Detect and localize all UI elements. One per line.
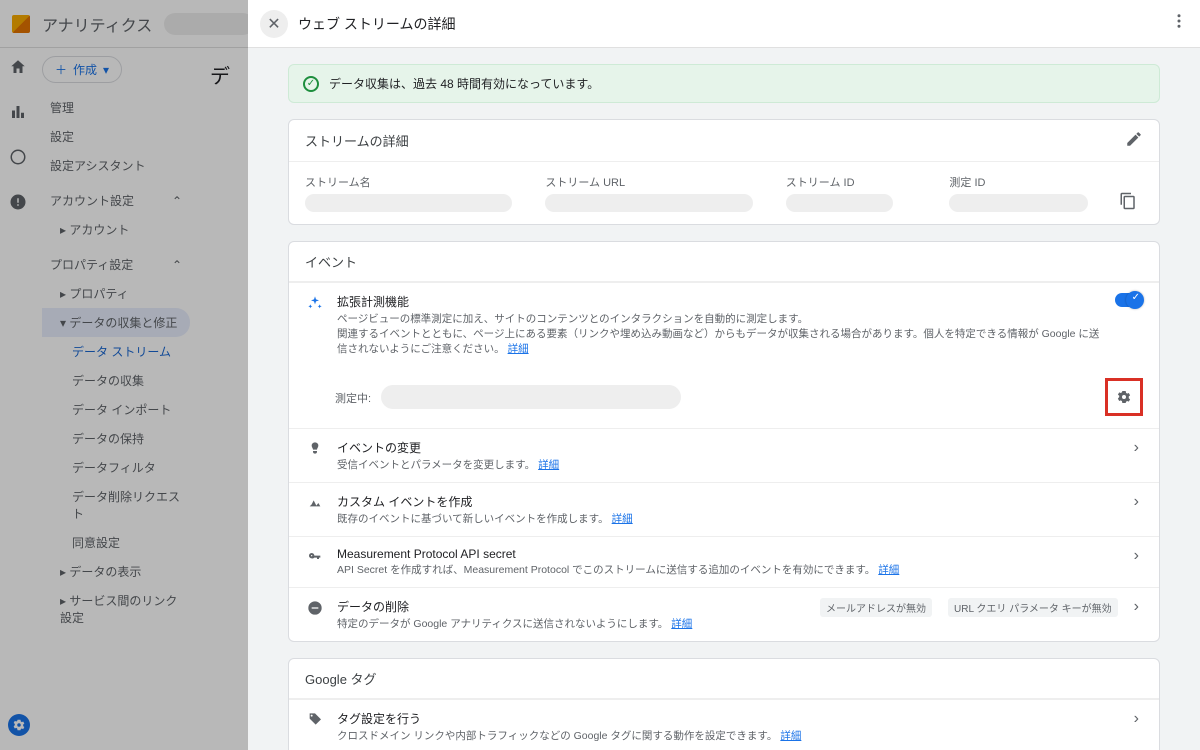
modify-events-row[interactable]: イベントの変更受信イベントとパラメータを変更します。詳細 › — [289, 428, 1159, 482]
more-options-button[interactable] — [1170, 12, 1188, 35]
chevron-right-icon: › — [1130, 439, 1143, 457]
close-panel-button[interactable]: ✕ — [260, 10, 288, 38]
badge-email-disabled: メールアドレスが無効 — [820, 598, 932, 617]
stream-details-heading: ストリームの詳細 — [305, 131, 409, 150]
chevron-right-icon: › — [1130, 493, 1143, 511]
redact-icon — [305, 600, 325, 616]
gtag-config-row[interactable]: タグ設定を行うクロスドメイン リンクや内部トラフィックなどの Google タグ… — [289, 699, 1159, 750]
gtag-config-link[interactable]: 詳細 — [780, 730, 801, 742]
label-stream-url: ストリーム URL — [545, 174, 775, 190]
label-measurement-id: 測定 ID — [949, 174, 1103, 190]
modify-icon — [305, 441, 325, 457]
label-stream-id: ストリーム ID — [786, 174, 940, 190]
panel-title: ウェブ ストリームの詳細 — [298, 14, 455, 34]
custom-learn-link[interactable]: 詳細 — [612, 513, 633, 525]
edit-stream-button[interactable] — [1125, 130, 1143, 151]
mp-learn-link[interactable]: 詳細 — [878, 564, 899, 576]
enhanced-measurement-title: 拡張計測機能 — [337, 293, 1103, 310]
value-stream-name — [305, 194, 512, 212]
value-measurement-id — [949, 194, 1087, 212]
gtag-heading: Google タグ — [305, 669, 377, 688]
measuring-events-list — [381, 385, 681, 409]
custom-event-icon — [305, 495, 325, 511]
value-stream-url — [545, 194, 752, 212]
google-tag-card: Google タグ タグ設定を行うクロスドメイン リンクや内部トラフィックなどの… — [288, 658, 1160, 750]
events-heading: イベント — [305, 252, 357, 271]
tag-icon — [305, 712, 325, 728]
enhanced-measurement-toggle[interactable] — [1115, 293, 1143, 307]
label-stream-name: ストリーム名 — [305, 174, 535, 190]
enhanced-measurement-settings-button[interactable] — [1105, 378, 1143, 416]
copy-measurement-id-button[interactable] — [1113, 174, 1143, 212]
enhanced-learn-more-link[interactable]: 詳細 — [508, 343, 529, 355]
value-stream-id — [786, 194, 894, 212]
stream-detail-panel: ✕ ウェブ ストリームの詳細 ✓ データ収集は、過去 48 時間有効になっていま… — [248, 0, 1200, 750]
redact-learn-link[interactable]: 詳細 — [671, 618, 692, 630]
badge-query-disabled: URL クエリ パラメータ キーが無効 — [948, 598, 1118, 617]
modify-learn-link[interactable]: 詳細 — [538, 459, 559, 471]
check-icon: ✓ — [303, 76, 319, 92]
chevron-right-icon: › — [1130, 710, 1143, 728]
measuring-label: 測定中: — [335, 390, 371, 406]
chevron-right-icon: › — [1130, 598, 1143, 616]
stream-details-card: ストリームの詳細 ストリーム名 ストリーム URL ストリーム ID 測定 ID — [288, 119, 1160, 225]
key-icon — [305, 549, 325, 565]
mp-secret-row[interactable]: Measurement Protocol API secretAPI Secre… — [289, 536, 1159, 587]
data-flow-notice: ✓ データ収集は、過去 48 時間有効になっています。 — [288, 64, 1160, 103]
chevron-right-icon: › — [1130, 547, 1143, 565]
sparkle-icon — [305, 295, 325, 311]
custom-events-row[interactable]: カスタム イベントを作成既存のイベントに基づいて新しいイベントを作成します。詳細… — [289, 482, 1159, 536]
events-card: イベント 拡張計測機能 ページビューの標準測定に加え、サイトのコンテンツとのイン… — [288, 241, 1160, 642]
redact-data-row[interactable]: データの削除特定のデータが Google アナリティクスに送信されないようにしま… — [289, 587, 1159, 641]
enhanced-measurement-desc: ページビューの標準測定に加え、サイトのコンテンツとのインタラクションを自動的に測… — [337, 311, 1103, 356]
